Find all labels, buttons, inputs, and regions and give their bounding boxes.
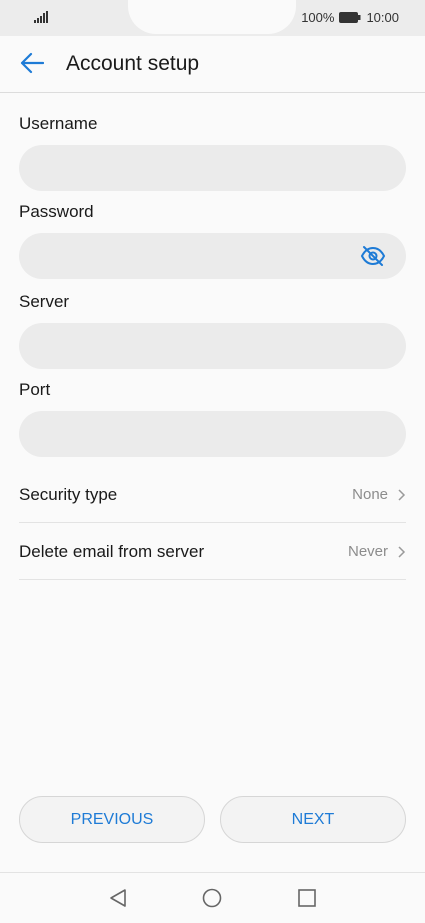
status-right: 100% 10:00 xyxy=(301,10,399,25)
password-label: Password xyxy=(19,202,94,221)
port-field[interactable] xyxy=(19,411,406,457)
chevron-right-icon xyxy=(398,488,406,501)
clock: 10:00 xyxy=(366,10,399,25)
username-field[interactable] xyxy=(19,145,406,191)
previous-button[interactable]: PREVIOUS xyxy=(19,796,205,843)
home-circle-icon[interactable] xyxy=(202,888,222,908)
nav-bar xyxy=(0,872,425,923)
eye-off-icon[interactable] xyxy=(360,244,386,268)
recents-square-icon[interactable] xyxy=(297,888,317,908)
next-button[interactable]: NEXT xyxy=(220,796,406,843)
battery-icon xyxy=(339,12,361,23)
security-type-row[interactable]: Security type None xyxy=(19,467,406,523)
status-bar: 100% 10:00 xyxy=(0,0,425,36)
delete-email-label: Delete email from server xyxy=(19,541,205,561)
chevron-right-icon xyxy=(398,545,406,558)
signal-icon xyxy=(34,11,48,23)
password-field[interactable] xyxy=(19,233,406,279)
security-type-label: Security type xyxy=(19,484,118,504)
server-label: Server xyxy=(19,292,70,311)
delete-email-row[interactable]: Delete email from server Never xyxy=(19,524,406,580)
username-label: Username xyxy=(19,114,98,133)
port-label: Port xyxy=(19,380,51,399)
server-field[interactable] xyxy=(19,323,406,369)
notch xyxy=(128,0,296,34)
security-type-value: None xyxy=(352,486,388,503)
back-triangle-icon[interactable] xyxy=(108,888,128,908)
back-arrow-icon[interactable] xyxy=(20,52,44,74)
page-title: Account setup xyxy=(66,52,200,75)
delete-email-value: Never xyxy=(347,543,388,560)
app-bar: Account setup xyxy=(0,36,425,93)
battery-percent: 100% xyxy=(301,10,335,25)
